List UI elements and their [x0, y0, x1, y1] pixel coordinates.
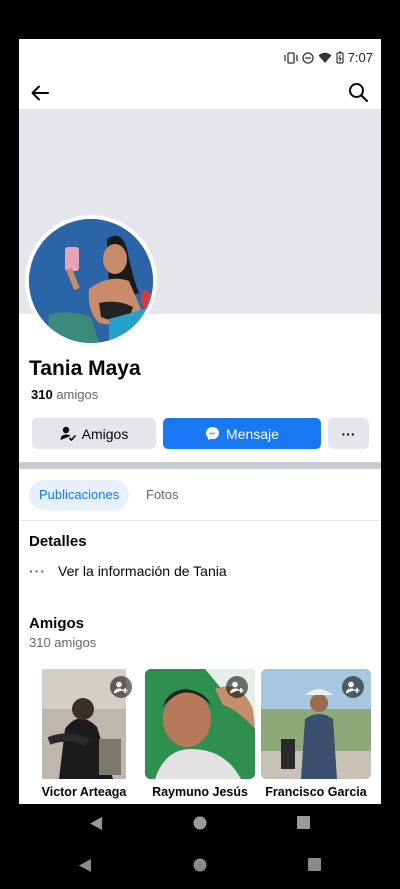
nav-recents-icon[interactable]	[297, 816, 310, 829]
tab-fotos[interactable]: Fotos	[136, 480, 189, 510]
profile-friends-count[interactable]: 310 amigos	[31, 387, 98, 402]
system-home-icon[interactable]	[193, 858, 207, 872]
friend-photo[interactable]	[29, 669, 139, 779]
search-icon[interactable]	[347, 81, 369, 103]
profile-photo-image	[29, 219, 153, 343]
friend-name[interactable]: Francisco Garcia	[261, 785, 371, 799]
system-nav-bar	[0, 846, 400, 886]
wifi-icon	[318, 52, 332, 63]
system-recents-icon[interactable]	[308, 858, 321, 871]
more-options-button[interactable]: ···	[328, 418, 369, 449]
vibrate-icon	[284, 51, 298, 64]
friends-grid: Victor Arteaga Raymuno Jesús Francisco G…	[19, 669, 381, 804]
friends-button[interactable]: Amigos	[32, 418, 156, 449]
profile-tabs: Publicaciones Fotos	[19, 470, 381, 521]
tab-publicaciones[interactable]: Publicaciones	[29, 480, 130, 510]
friends-subtitle: 310 amigos	[29, 635, 97, 650]
app-nav-bar	[0, 804, 400, 844]
status-time: 7:07	[347, 50, 373, 65]
system-back-icon[interactable]	[78, 858, 92, 873]
friend-name[interactable]: Raymuno Jesús	[145, 785, 255, 799]
message-button-label: Mensaje	[226, 425, 279, 442]
profile-picture[interactable]	[25, 215, 157, 347]
messenger-icon	[205, 426, 220, 441]
nav-home-icon[interactable]	[193, 816, 207, 830]
back-arrow-icon[interactable]	[29, 82, 51, 104]
friend-name[interactable]: Victor Arteaga	[29, 785, 139, 799]
friend-card[interactable]: Francisco Garcia	[261, 669, 371, 799]
friend-photo[interactable]	[261, 669, 371, 779]
dnd-icon	[302, 51, 314, 64]
friends-count-word: amigos	[56, 387, 99, 402]
friend-card[interactable]: Raymuno Jesús	[145, 669, 255, 799]
add-friend-icon[interactable]	[226, 676, 248, 698]
friend-check-icon	[60, 426, 76, 441]
message-button[interactable]: Mensaje	[163, 418, 321, 449]
friends-count-number: 310	[31, 387, 53, 402]
add-friend-icon[interactable]	[110, 676, 132, 698]
section-divider	[19, 462, 381, 469]
status-bar: 7:07	[19, 39, 381, 77]
friends-button-label: Amigos	[81, 425, 129, 442]
profile-actions: Amigos Mensaje ···	[32, 418, 369, 450]
profile-photo-art	[29, 219, 153, 343]
app-screen: 7:07 Tania Maya 310 amigos Amigos Mensaj…	[19, 39, 381, 804]
friend-photo[interactable]	[145, 669, 255, 779]
status-icons: 7:07	[284, 50, 373, 65]
nav-back-icon[interactable]	[89, 816, 103, 831]
add-friend-icon[interactable]	[342, 676, 364, 698]
more-options-label: ···	[341, 425, 356, 442]
more-dots-icon: ···	[29, 563, 46, 579]
details-heading: Detalles	[29, 533, 87, 550]
profile-name: Tania Maya	[29, 357, 141, 380]
friend-card[interactable]: Victor Arteaga	[29, 669, 139, 799]
details-info-text: Ver la información de Tania	[58, 563, 227, 579]
friends-heading: Amigos	[29, 615, 85, 632]
top-bar	[19, 77, 381, 109]
details-info-link[interactable]: ··· Ver la información de Tania	[29, 563, 227, 579]
battery-icon	[336, 51, 344, 64]
